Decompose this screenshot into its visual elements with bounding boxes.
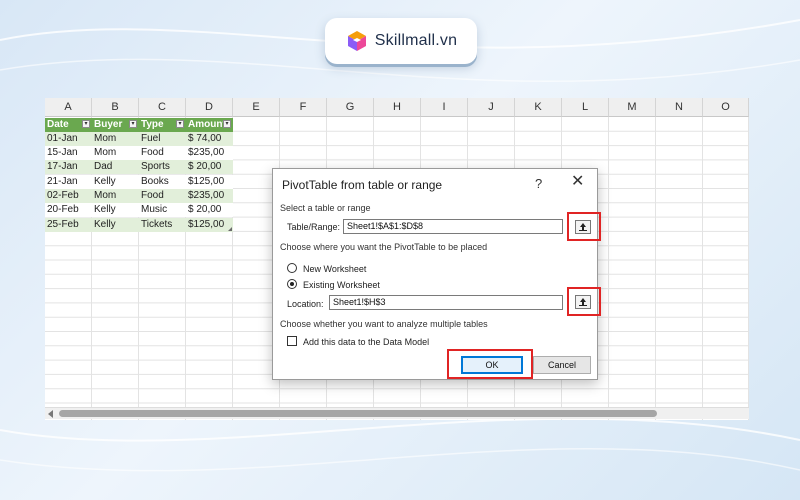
column-header-m[interactable]: M bbox=[609, 98, 656, 117]
table-cell[interactable]: 25-Feb bbox=[45, 217, 92, 232]
close-icon[interactable]: ✕ bbox=[571, 174, 584, 190]
table-cell[interactable]: Food bbox=[139, 189, 186, 203]
column-header-b[interactable]: B bbox=[92, 98, 139, 117]
filter-dropdown-icon[interactable]: ▾ bbox=[82, 120, 90, 128]
data-model-label: Add this data to the Data Model bbox=[303, 337, 430, 347]
filter-dropdown-icon[interactable]: ▾ bbox=[223, 120, 231, 128]
filter-dropdown-icon[interactable]: ▾ bbox=[129, 120, 137, 128]
location-label: Location: bbox=[287, 299, 324, 309]
table-cell[interactable]: $ 20,00 bbox=[186, 203, 233, 218]
existing-worksheet-label: Existing Worksheet bbox=[303, 280, 380, 290]
filter-dropdown-icon[interactable]: ▾ bbox=[176, 120, 184, 128]
highlight-location-picker bbox=[567, 287, 601, 316]
column-header-j[interactable]: J bbox=[468, 98, 515, 117]
column-header-o[interactable]: O bbox=[703, 98, 749, 117]
section-place-label: Choose where you want the PivotTable to … bbox=[280, 242, 488, 252]
table-cell[interactable]: Fuel bbox=[139, 131, 186, 146]
table-range-label: Table/Range: bbox=[287, 222, 340, 232]
table-cell[interactable]: $125,00 bbox=[186, 174, 233, 189]
table-range-input[interactable]: Sheet1!$A$1:$D$8 bbox=[343, 219, 563, 234]
table-cell[interactable]: Food bbox=[139, 146, 186, 161]
table-cell[interactable]: 17-Jan bbox=[45, 160, 92, 175]
table-resize-handle[interactable] bbox=[228, 227, 232, 232]
column-header-n[interactable]: N bbox=[656, 98, 703, 117]
scroll-left-icon[interactable] bbox=[48, 410, 53, 418]
column-header-h[interactable]: H bbox=[374, 98, 421, 117]
cancel-button[interactable]: Cancel bbox=[533, 356, 591, 374]
skillmall-logo-icon bbox=[347, 31, 366, 51]
pivottable-dialog: PivotTable from table or range ? ✕ Selec… bbox=[272, 168, 598, 380]
table-cell[interactable]: Dad bbox=[92, 160, 139, 175]
table-cell[interactable]: 01-Jan bbox=[45, 131, 92, 146]
table-cell[interactable]: 15-Jan bbox=[45, 146, 92, 161]
brand-name: Skillmall.vn bbox=[374, 32, 458, 49]
help-icon[interactable]: ? bbox=[535, 176, 542, 191]
table-cell[interactable]: $235,00 bbox=[186, 189, 233, 203]
section-multi-label: Choose whether you want to analyze multi… bbox=[280, 319, 488, 329]
table-cell[interactable]: Kelly bbox=[92, 203, 139, 218]
column-header-g[interactable]: G bbox=[327, 98, 374, 117]
table-cell[interactable]: 02-Feb bbox=[45, 189, 92, 203]
column-header-i[interactable]: I bbox=[421, 98, 468, 117]
location-input[interactable]: Sheet1!$H$3 bbox=[329, 295, 563, 310]
new-worksheet-label: New Worksheet bbox=[303, 264, 367, 274]
table-cell[interactable]: Mom bbox=[92, 131, 139, 146]
table-cell[interactable]: Sports bbox=[139, 160, 186, 175]
table-cell[interactable]: $ 74,00 bbox=[186, 131, 233, 146]
table-cell[interactable]: 21-Jan bbox=[45, 174, 92, 189]
table-cell[interactable]: $125,00 bbox=[186, 217, 233, 232]
column-header-a[interactable]: A bbox=[45, 98, 92, 117]
table-cell[interactable]: Mom bbox=[92, 189, 139, 203]
horizontal-scrollbar[interactable] bbox=[45, 407, 749, 419]
table-cell[interactable]: Tickets bbox=[139, 217, 186, 232]
table-cell[interactable]: Kelly bbox=[92, 174, 139, 189]
table-cell[interactable]: Mom bbox=[92, 146, 139, 161]
scrollbar-thumb[interactable] bbox=[59, 410, 657, 417]
column-header-k[interactable]: K bbox=[515, 98, 562, 117]
column-header-d[interactable]: D bbox=[186, 98, 233, 117]
table-range-label-text: Table/Range: bbox=[287, 222, 341, 232]
data-model-checkbox[interactable] bbox=[287, 336, 297, 346]
table-cell[interactable]: 20-Feb bbox=[45, 203, 92, 218]
column-header-e[interactable]: E bbox=[233, 98, 280, 117]
existing-worksheet-radio[interactable] bbox=[287, 279, 297, 289]
table-cell[interactable]: Kelly bbox=[92, 217, 139, 232]
table-cell[interactable]: Music bbox=[139, 203, 186, 218]
dialog-title: PivotTable from table or range bbox=[282, 178, 443, 192]
column-header-l[interactable]: L bbox=[562, 98, 609, 117]
table-cell[interactable]: $ 20,00 bbox=[186, 160, 233, 175]
table-cell[interactable]: $235,00 bbox=[186, 146, 233, 161]
table-cell[interactable]: Books bbox=[139, 174, 186, 189]
column-header-f[interactable]: F bbox=[280, 98, 327, 117]
highlight-range-picker bbox=[567, 212, 601, 241]
section-select-label: Select a table or range bbox=[280, 203, 371, 213]
new-worksheet-radio[interactable] bbox=[287, 263, 297, 273]
brand-logo: Skillmall.vn bbox=[325, 18, 477, 64]
highlight-ok-button bbox=[447, 349, 533, 379]
column-header-c[interactable]: C bbox=[139, 98, 186, 117]
